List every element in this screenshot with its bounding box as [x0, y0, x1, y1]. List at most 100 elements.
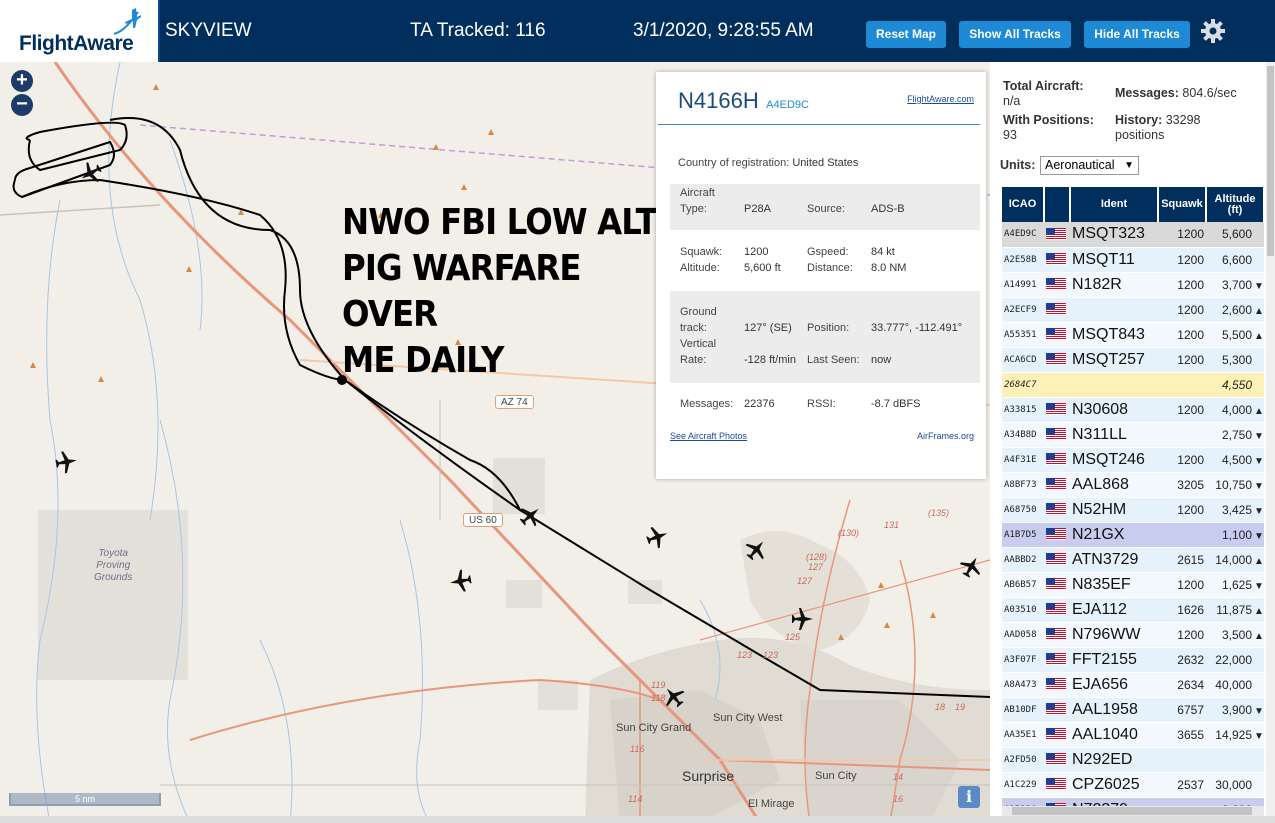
place-label-surprise: Surprise — [682, 768, 735, 784]
column-header-squawk[interactable]: Squawk — [1158, 187, 1207, 222]
cell-altitude: 3,500 ▲ — [1206, 622, 1264, 648]
table-row[interactable]: A2FD50 N292ED — [1002, 747, 1264, 773]
cell-flag — [1044, 472, 1070, 498]
map-info-button[interactable]: i — [958, 786, 980, 808]
history-stat-label: History: — [1115, 113, 1163, 127]
table-row[interactable]: AB6B57 N835EF 1200 1,625 ▼ — [1002, 572, 1264, 598]
column-header-altitude[interactable]: Altitude (ft) — [1206, 187, 1264, 222]
aircraft-photos-link[interactable]: See Aircraft Photos — [670, 431, 747, 441]
table-row[interactable]: 2684C7 4,550 — [1002, 372, 1264, 398]
table-header-row: ICAO Ident Squawk Altitude (ft) — [1002, 187, 1264, 222]
vertical-label: Vertical — [680, 338, 717, 350]
us-flag-icon — [1046, 276, 1066, 293]
airframes-link[interactable]: AirFrames.org — [917, 431, 974, 441]
table-row[interactable]: AB10DF AAL1958 6757 3,900 ▼ — [1002, 697, 1264, 723]
cell-flag — [1044, 322, 1070, 348]
place-label-sun-city: Sun City — [815, 770, 857, 782]
cell-flag — [1044, 597, 1070, 623]
altitude-value: 3,425 — [1221, 502, 1252, 517]
altitude-trend-icon: ▼ — [1254, 505, 1264, 517]
table-horizontal-scrollbar-thumb[interactable] — [1012, 807, 1252, 815]
source-label: Source: — [807, 203, 845, 215]
cell-icao: 2684C7 — [1002, 372, 1044, 398]
gspeed-label: Gspeed: — [807, 246, 849, 258]
cell-icao: AAD058 — [1002, 622, 1044, 648]
cell-squawk: 1200 — [1158, 397, 1206, 423]
us-flag-icon — [1046, 476, 1066, 493]
cell-squawk: 1200 — [1158, 572, 1206, 598]
cell-icao: ACA6CD — [1002, 347, 1044, 373]
table-row[interactable]: A14991 N182R 1200 3,700 ▼ — [1002, 272, 1264, 298]
altitude-value: 3,700 — [1221, 277, 1252, 292]
table-row[interactable]: A1B7D5 N21GX 1,100 ▼ — [1002, 522, 1264, 548]
cell-squawk: 3205 — [1158, 472, 1206, 498]
table-row[interactable]: A33815 N30608 1200 4,000 ▲ — [1002, 397, 1264, 423]
source-value: ADS-B — [871, 203, 905, 215]
cell-altitude: 11,875 ▲ — [1206, 597, 1264, 623]
altitude-trend-icon: ▲ — [1254, 305, 1264, 317]
cell-squawk: 1200 — [1158, 222, 1206, 248]
table-row[interactable]: AAD058 N796WW 1200 3,500 ▲ — [1002, 622, 1264, 648]
show-all-tracks-button[interactable]: Show All Tracks — [959, 21, 1071, 48]
cell-squawk: 3655 — [1158, 722, 1206, 748]
us-flag-icon — [1046, 726, 1066, 743]
road-number: 114 — [628, 794, 643, 804]
reset-map-button[interactable]: Reset Map — [866, 21, 946, 48]
us-flag-icon — [1046, 301, 1066, 318]
road-number: (130) — [838, 528, 860, 538]
altitude-value: 40,000 — [1215, 677, 1252, 692]
table-row[interactable]: A2ECF9 1200 2,600 ▲ — [1002, 297, 1264, 323]
column-header-ident[interactable]: Ident — [1070, 187, 1159, 222]
hide-all-tracks-button[interactable]: Hide All Tracks — [1084, 21, 1190, 48]
country-label: Country of registration: — [678, 157, 790, 169]
altitude-value: 5,600 ft — [744, 262, 781, 274]
column-header-flag[interactable] — [1044, 187, 1071, 222]
with-positions-label: With Positions: — [1003, 113, 1094, 127]
cell-squawk: 1200 — [1158, 347, 1206, 373]
flightaware-logo[interactable]: FlightAware — [0, 0, 160, 62]
cell-flag — [1044, 347, 1070, 373]
table-row[interactable]: AABBD2 ATN3729 2615 14,000 ▲ — [1002, 547, 1264, 573]
table-row[interactable]: A34B8D N311LL 2,750 ▼ — [1002, 422, 1264, 448]
table-row[interactable]: A2E58B MSQT11 1200 6,600 — [1002, 247, 1264, 273]
rate-value: -128 ft/min — [744, 354, 796, 366]
table-row[interactable]: A1C229 CPZ6025 2537 30,000 — [1002, 772, 1264, 798]
table-row[interactable]: A55351 MSQT843 1200 5,500 ▲ — [1002, 322, 1264, 348]
us-flag-icon — [1046, 776, 1066, 793]
us-flag-icon — [1046, 426, 1066, 443]
table-row[interactable]: ACA6CD MSQT257 1200 5,300 — [1002, 347, 1264, 373]
cell-altitude: 3,700 ▼ — [1206, 272, 1264, 298]
road-number: 14 — [893, 772, 904, 782]
cell-ident: N835EF — [1070, 572, 1158, 598]
cell-icao: A3F07F — [1002, 647, 1044, 673]
settings-gear-icon[interactable] — [1200, 18, 1226, 44]
table-row[interactable]: A8A473 EJA656 2634 40,000 — [1002, 672, 1264, 698]
altitude-value: 10,750 — [1215, 477, 1252, 492]
table-row[interactable]: A3F07F FFT2155 2632 22,000 — [1002, 647, 1264, 673]
cell-flag — [1044, 422, 1070, 448]
units-select[interactable]: Aeronautical ▼ — [1040, 156, 1139, 175]
table-row[interactable]: A4ED9C MSQT323 1200 5,600 — [1002, 222, 1264, 248]
cell-icao: A1C229 — [1002, 772, 1044, 798]
us-flag-icon — [1046, 701, 1066, 718]
aircraft-table-container[interactable]: ICAO Ident Squawk Altitude (ft) A4ED9C MS… — [1002, 187, 1264, 823]
cell-altitude: 30,000 — [1206, 772, 1264, 798]
cell-ident: CPZ6025 — [1070, 772, 1158, 798]
table-row[interactable]: A4F31E MSQT246 1200 4,500 ▼ — [1002, 447, 1264, 473]
sidebar-scrollbar-thumb[interactable] — [1267, 66, 1274, 256]
overlay-line: PIG WARFARE OVER — [342, 248, 582, 335]
zoom-out-button[interactable]: − — [11, 94, 33, 116]
table-row[interactable]: A68750 N52HM 1200 3,425 ▼ — [1002, 497, 1264, 523]
cell-ident: FFT2155 — [1070, 647, 1158, 673]
cell-icao: AB6B57 — [1002, 572, 1044, 598]
column-header-icao[interactable]: ICAO — [1002, 187, 1045, 222]
table-row[interactable]: A8BF73 AAL868 3205 10,750 ▼ — [1002, 472, 1264, 498]
us-flag-icon — [1046, 526, 1066, 543]
altitude-trend-icon: ▲ — [1254, 405, 1264, 417]
table-row[interactable]: A03510 EJA112 1626 11,875 ▲ — [1002, 597, 1264, 623]
cell-ident: N182R — [1070, 272, 1158, 298]
flightaware-link[interactable]: FlightAware.com — [907, 94, 974, 104]
table-row[interactable]: AA35E1 AAL1040 3655 14,925 ▼ — [1002, 722, 1264, 748]
cell-flag — [1044, 672, 1070, 698]
zoom-in-button[interactable]: + — [11, 70, 33, 92]
